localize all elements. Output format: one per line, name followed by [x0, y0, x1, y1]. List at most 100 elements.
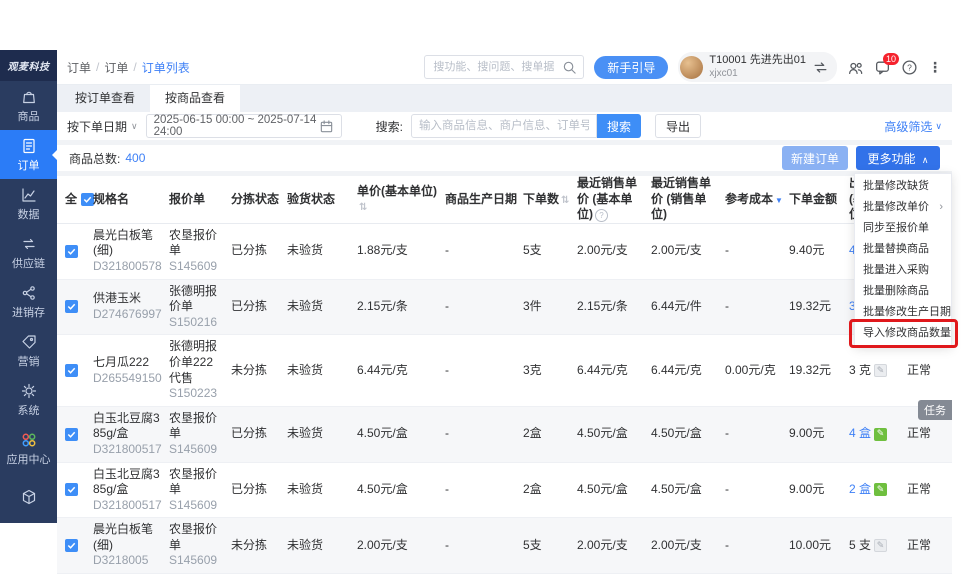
- search-label: 搜索:: [376, 118, 403, 135]
- more-options-icon[interactable]: ⋮: [928, 59, 942, 76]
- beginner-guide-button[interactable]: 新手引导: [594, 56, 668, 79]
- inspect-status-cell: 未验货: [287, 363, 357, 379]
- row-checkbox[interactable]: [65, 364, 78, 377]
- chevron-down-icon: ∨: [131, 121, 138, 132]
- row-checkbox[interactable]: [65, 428, 78, 441]
- row-checkbox[interactable]: [65, 539, 78, 552]
- messages-icon[interactable]: 10: [874, 59, 891, 76]
- avatar: [680, 56, 703, 79]
- outbound-qty: 4 盒: [849, 426, 871, 442]
- menu-item[interactable]: 同步至报价单 ›: [855, 218, 951, 239]
- sort-icon[interactable]: ⇅: [561, 195, 569, 206]
- row-checkbox[interactable]: [65, 483, 78, 496]
- main-area: 订单 / 订单 / 订单列表 新手引导 T10001 先进先出01 xjxc01: [57, 50, 952, 523]
- outbound-cell: 4 盒 ✎: [849, 426, 907, 442]
- menu-item[interactable]: 批量替换商品 ›: [855, 239, 951, 260]
- search-button[interactable]: 搜索: [597, 114, 641, 138]
- breadcrumb-order-list[interactable]: 订单列表: [142, 59, 190, 76]
- col-ref-cost[interactable]: 参考成本▼: [725, 192, 789, 208]
- sidebar-item-inventory[interactable]: 进销存: [0, 277, 57, 326]
- menu-item[interactable]: 批量修改单价 ›: [855, 197, 951, 218]
- help-circle-icon[interactable]: ?: [595, 209, 608, 222]
- prod-date-cell: -: [445, 363, 523, 379]
- contacts-icon[interactable]: [847, 59, 864, 76]
- order-amount-cell: 19.32元: [789, 299, 849, 315]
- spec-name-cell: 供港玉米D274676997: [93, 291, 169, 322]
- menu-item[interactable]: 批量进入采购 ›: [855, 260, 951, 281]
- outbound-cell: 3 克 ✎: [849, 363, 907, 379]
- order-qty-cell: 2盒: [523, 426, 577, 442]
- col-spec-name: 规格名: [93, 192, 169, 208]
- col-prod-date: 商品生产日期: [445, 192, 523, 208]
- menu-item[interactable]: 批量删除商品 ›: [855, 281, 951, 302]
- switch-account-icon[interactable]: [812, 59, 829, 76]
- col-order-qty[interactable]: 下单数⇅: [523, 192, 577, 208]
- order-amount-cell: 10.00元: [789, 538, 849, 554]
- view-tabs: 按订单查看 按商品查看: [57, 85, 952, 112]
- date-range-input[interactable]: 2025-06-15 00:00 ~ 2025-07-14 24:00: [146, 114, 342, 138]
- advanced-filter-link[interactable]: 高级筛选 ∨: [884, 118, 942, 135]
- task-tag[interactable]: 任务: [918, 400, 952, 420]
- new-order-button[interactable]: 新建订单: [782, 146, 848, 170]
- outbound-cell: 5 支 ✎: [849, 538, 907, 554]
- menu-item[interactable]: 导入修改商品数量 ›: [855, 323, 951, 344]
- global-search-input[interactable]: [431, 60, 562, 74]
- system-gear-icon: [20, 382, 38, 400]
- tab-by-order[interactable]: 按订单查看: [60, 85, 150, 112]
- recent-price-base-cell: 4.50元/盒: [577, 482, 651, 498]
- row-checkbox[interactable]: [65, 245, 78, 258]
- sidebar-item-data[interactable]: 数据: [0, 179, 57, 228]
- menu-item[interactable]: 批量修改生产日期 ›: [855, 302, 951, 323]
- sidebar: 观麦科技 商品 订单 数据 供应链 进销存 营销 系统: [0, 50, 57, 523]
- total-count: 400: [125, 151, 145, 165]
- spec-name-cell: 晨光白板笔(细)D3218005: [93, 522, 169, 569]
- sidebar-item-system[interactable]: 系统: [0, 375, 57, 424]
- breadcrumb-orders-2[interactable]: 订单: [104, 59, 128, 76]
- sort-icon[interactable]: ⇅: [359, 202, 367, 213]
- help-icon[interactable]: ?: [901, 59, 918, 76]
- row-checkbox[interactable]: [65, 300, 78, 313]
- more-functions-button[interactable]: 更多功能 ∧: [856, 146, 940, 170]
- order-amount-cell: 9.40元: [789, 243, 849, 259]
- sidebar-item-marketing[interactable]: 营销: [0, 326, 57, 375]
- sidebar-item-supply-chain[interactable]: 供应链: [0, 228, 57, 277]
- sidebar-item-orders[interactable]: 订单: [0, 130, 57, 179]
- export-button[interactable]: 导出: [655, 114, 701, 138]
- edit-icon[interactable]: ✎: [874, 428, 887, 441]
- more-functions-menu: 批量修改缺货 › 批量修改单价 › 同步至报价单 › 批量替换商品 › 批量进入…: [854, 173, 952, 347]
- filter-caret-icon[interactable]: ▼: [775, 196, 783, 205]
- quote-cell: 张德明报价单S150216: [169, 284, 231, 331]
- sidebar-item-app-center[interactable]: 应用中心: [0, 424, 57, 473]
- sort-status-cell: 已分拣: [231, 243, 287, 259]
- quote-cell: 农垦报价单S145609: [169, 411, 231, 458]
- prod-date-cell: -: [445, 243, 523, 259]
- table-row: 晨光白板笔(细)D3218005 农垦报价单S145609 未分拣 未验货 2.…: [57, 518, 952, 574]
- menu-item[interactable]: 批量修改缺货 ›: [855, 176, 951, 197]
- global-search-box[interactable]: [424, 55, 584, 79]
- table-search-input[interactable]: [411, 114, 597, 138]
- outbound-cell: 2 盒 ✎: [849, 482, 907, 498]
- outbound-qty: 3 克: [849, 363, 871, 379]
- total-label: 商品总数:: [69, 150, 120, 167]
- sort-status-cell: 未分拣: [231, 363, 287, 379]
- recent-price-base-cell: 6.44元/克: [577, 363, 651, 379]
- user-menu[interactable]: T10001 先进先出01 xjxc01: [678, 52, 837, 81]
- col-quote: 报价单: [169, 192, 231, 208]
- ref-cost-cell: -: [725, 426, 789, 442]
- sort-status-cell: 已分拣: [231, 299, 287, 315]
- user-account: xjxc01: [709, 68, 806, 80]
- prod-date-cell: -: [445, 299, 523, 315]
- tab-by-product[interactable]: 按商品查看: [150, 85, 240, 112]
- sidebar-item-package[interactable]: [0, 473, 57, 522]
- breadcrumb-orders-1[interactable]: 订单: [67, 59, 91, 76]
- col-unit-price[interactable]: 单价(基本单位)⇅: [357, 184, 445, 215]
- table-row: 供港玉米D274676997 张德明报价单S150216 已分拣 未验货 2.1…: [57, 280, 952, 336]
- edit-icon[interactable]: ✎: [874, 364, 887, 377]
- breadcrumb-separator: /: [133, 60, 136, 74]
- edit-icon[interactable]: ✎: [874, 483, 887, 496]
- order-qty-cell: 3克: [523, 363, 577, 379]
- sidebar-item-products[interactable]: 商品: [0, 81, 57, 130]
- date-type-dropdown[interactable]: 按下单日期 ∨: [67, 118, 138, 135]
- edit-icon[interactable]: ✎: [874, 539, 887, 552]
- table-row: 白玉北豆腐385g/盒D321800517 农垦报价单S145609 已分拣 未…: [57, 463, 952, 519]
